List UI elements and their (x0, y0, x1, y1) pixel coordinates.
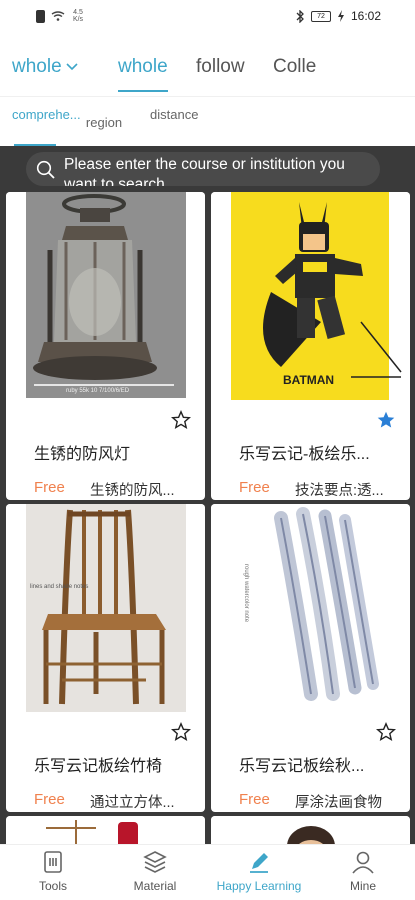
network-speed-value: 4.5 (73, 9, 83, 16)
nav-happy-learning[interactable]: Happy Learning (214, 849, 304, 893)
search-icon (36, 160, 55, 179)
course-price: Free (239, 791, 270, 808)
fish-note: rough watercolor note (243, 564, 249, 623)
course-thumbnail-chair[interactable]: lines and shade notes (6, 504, 205, 714)
nav-tools[interactable]: Tools (8, 849, 98, 893)
tab-follow[interactable]: follow (196, 56, 245, 78)
course-title: 生锈的防风灯 (34, 446, 131, 463)
layers-icon (143, 851, 167, 873)
course-thumbnail-lantern[interactable]: ruby 55k 10 7/100/6/ED (6, 192, 205, 402)
status-right: 72 16:02 (295, 9, 381, 23)
battery-icon: 72 (310, 10, 331, 22)
wifi-icon (51, 11, 65, 21)
nav-label: Material (133, 879, 177, 893)
search-placeholder: Please enter the course or institution y… (64, 156, 345, 186)
chevron-down-icon (66, 63, 78, 71)
scope-dropdown-label: whole (12, 56, 62, 77)
lantern-caption: ruby 55k 10 7/100/6/ED (66, 388, 130, 394)
bluetooth-icon (296, 9, 304, 23)
course-price: Free (239, 479, 270, 496)
course-title: 乐写云记板绘竹椅 (34, 758, 163, 775)
batman-label: BATMAN (283, 373, 334, 387)
course-thumbnail-fish[interactable]: rough watercolor note (211, 504, 410, 714)
network-speed: 4.5 K/s (71, 9, 85, 23)
person-icon (352, 851, 374, 874)
nav-label: Mine (349, 879, 376, 893)
star-icon[interactable] (376, 722, 396, 742)
course-description: 技法要点:透... (295, 483, 384, 499)
bottom-nav: Tools Material Happy Learning Mine (0, 844, 415, 900)
subtab-distance[interactable]: distance (150, 107, 198, 122)
subtab-region[interactable]: region (78, 115, 130, 130)
chair-note: lines and shade notes (30, 584, 88, 590)
course-thumbnail-portrait (211, 816, 410, 844)
nav-mine[interactable]: Mine (318, 849, 408, 893)
course-card[interactable]: ruby 55k 10 7/100/6/ED 生锈的防风灯 Free 生锈的防风… (6, 192, 205, 500)
course-grid: ruby 55k 10 7/100/6/ED 生锈的防风灯 Free 生锈的防风… (0, 188, 415, 844)
course-thumbnail-lipstick (6, 816, 205, 844)
clock: 16:02 (350, 9, 381, 23)
sim-icon (36, 9, 45, 23)
course-title: 乐写云记-板绘乐... (239, 446, 370, 463)
tools-icon (44, 851, 62, 873)
charging-icon (337, 10, 344, 22)
course-description: 生锈的防风... (90, 483, 175, 499)
network-speed-unit: K/s (72, 16, 84, 23)
subtab-comprehensive[interactable]: comprehe... (12, 107, 81, 122)
course-description: 通过立方体... (90, 795, 175, 811)
course-card[interactable] (211, 816, 410, 844)
status-bar: 4.5 K/s 72 16:02 (0, 0, 415, 34)
nav-label: Tools (38, 879, 67, 893)
star-icon-active[interactable] (376, 410, 396, 430)
tab-active-indicator (118, 90, 168, 92)
top-tab-bar: whole whole follow Colle (0, 34, 415, 94)
pen-icon (250, 853, 268, 873)
star-icon[interactable] (171, 410, 191, 430)
course-card[interactable]: rough watercolor note 乐写云记板绘秋... Free 厚涂… (211, 504, 410, 812)
course-price: Free (34, 791, 65, 808)
course-price: Free (34, 479, 65, 496)
course-card[interactable]: BATMAN 乐写云记-板绘乐... Free 技法要点:透... (211, 192, 410, 500)
course-title: 乐写云记板绘秋... (239, 758, 365, 775)
nav-material[interactable]: Material (110, 849, 200, 893)
nav-label: Happy Learning (216, 879, 302, 893)
course-thumbnail-batman[interactable]: BATMAN (211, 192, 410, 402)
sub-tab-bar: comprehe... region distance (0, 96, 415, 146)
course-description: 厚涂法画食物 (295, 795, 382, 811)
course-card[interactable] (6, 816, 205, 844)
search-strip: Please enter the course or institution y… (0, 146, 415, 188)
tab-whole[interactable]: whole (118, 56, 168, 78)
status-left: 4.5 K/s (36, 9, 85, 23)
tab-collection[interactable]: Colle (273, 56, 316, 78)
star-icon[interactable] (171, 722, 191, 742)
search-input[interactable]: Please enter the course or institution y… (26, 152, 380, 186)
course-card[interactable]: lines and shade notes 乐写云记板绘竹椅 Free 通过立方… (6, 504, 205, 812)
scope-dropdown[interactable]: whole (12, 56, 79, 78)
